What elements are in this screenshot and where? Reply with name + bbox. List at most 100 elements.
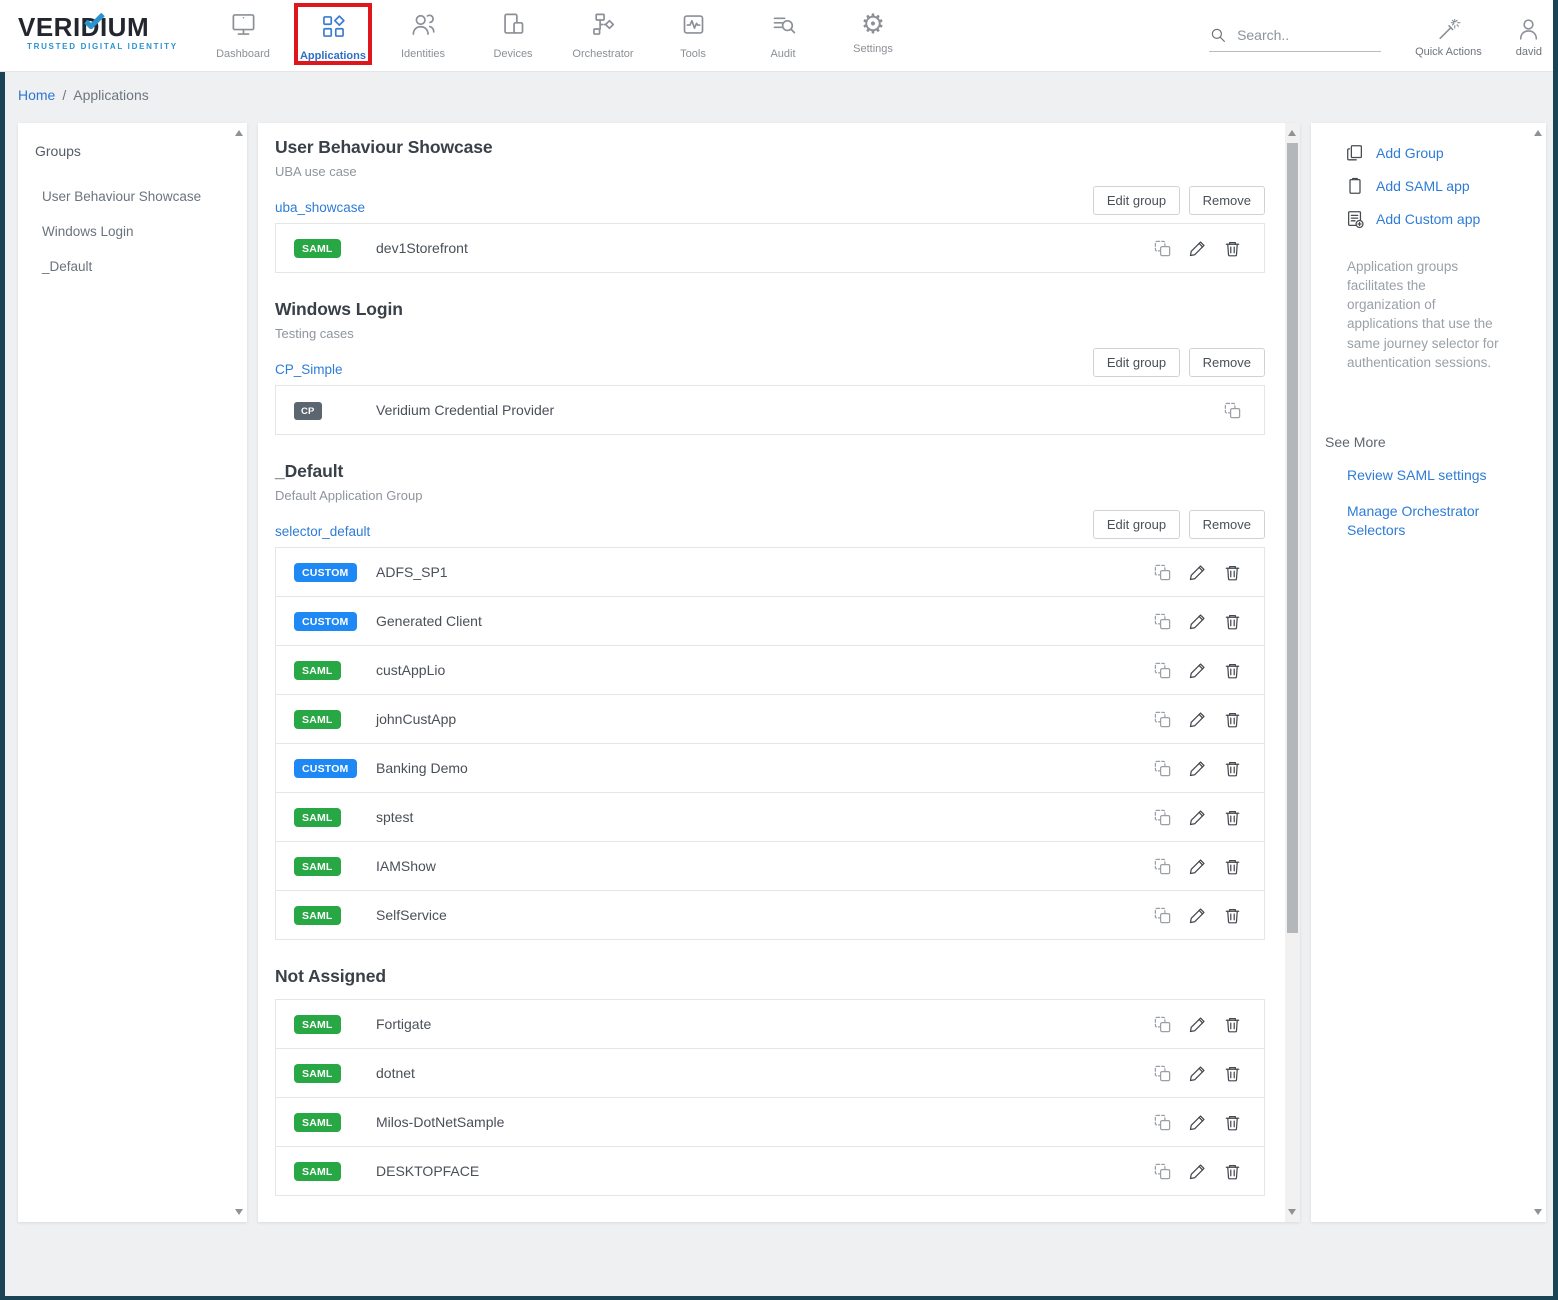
app-rows: CP Veridium Credential Provider xyxy=(275,385,1265,435)
edit-group-button[interactable]: Edit group xyxy=(1093,348,1180,377)
group-selector-link[interactable]: CP_Simple xyxy=(275,362,343,377)
breadcrumb-separator: / xyxy=(62,87,66,103)
nav-item-dashboard[interactable]: Dashboard xyxy=(198,0,288,71)
edit-icon xyxy=(1188,1071,1207,1086)
scrollbar-thumb[interactable] xyxy=(1287,143,1298,933)
edit-app-button[interactable] xyxy=(1188,1113,1207,1132)
group-selector-link[interactable]: uba_showcase xyxy=(275,200,365,215)
delete-app-button[interactable] xyxy=(1223,808,1242,827)
delete-app-button[interactable] xyxy=(1223,1015,1242,1034)
sidebar-item-_default[interactable]: _Default xyxy=(18,249,247,284)
search-box[interactable] xyxy=(1209,26,1381,52)
delete-app-button[interactable] xyxy=(1223,1064,1242,1083)
add-custom-app-link[interactable]: Add Custom app xyxy=(1345,209,1528,229)
scroll-up-arrow[interactable] xyxy=(1288,130,1296,136)
duplicate-app-button[interactable] xyxy=(1153,563,1172,582)
edit-app-button[interactable] xyxy=(1188,661,1207,680)
duplicate-app-button[interactable] xyxy=(1223,401,1242,420)
edit-app-button[interactable] xyxy=(1188,1162,1207,1181)
sidebar-item-windows-login[interactable]: Windows Login xyxy=(18,214,247,249)
duplicate-app-button[interactable] xyxy=(1153,1113,1172,1132)
app-type-badge: CUSTOM xyxy=(294,563,357,582)
duplicate-app-button[interactable] xyxy=(1153,661,1172,680)
delete-app-button[interactable] xyxy=(1223,1113,1242,1132)
edit-app-button[interactable] xyxy=(1188,906,1207,925)
delete-app-button[interactable] xyxy=(1223,857,1242,876)
duplicate-app-button[interactable] xyxy=(1153,906,1172,925)
delete-app-button[interactable] xyxy=(1223,239,1242,258)
breadcrumb-home-link[interactable]: Home xyxy=(18,87,55,103)
monitor-icon xyxy=(230,11,257,43)
main-scrollbar[interactable] xyxy=(1285,123,1300,1222)
nav-item-identities[interactable]: Identities xyxy=(378,0,468,71)
edit-group-button[interactable]: Edit group xyxy=(1093,510,1180,539)
duplicate-app-button[interactable] xyxy=(1153,808,1172,827)
nav-item-applications[interactable]: Applications xyxy=(294,3,372,65)
duplicate-app-button[interactable] xyxy=(1153,759,1172,778)
duplicate-app-button[interactable] xyxy=(1153,612,1172,631)
delete-icon xyxy=(1223,766,1242,781)
edit-app-button[interactable] xyxy=(1188,808,1207,827)
group-selector-link[interactable]: selector_default xyxy=(275,524,370,539)
delete-app-button[interactable] xyxy=(1223,661,1242,680)
brand-tagline: TRUSTED DIGITAL IDENTITY xyxy=(18,42,186,51)
delete-icon xyxy=(1223,864,1242,879)
review-saml-settings-link[interactable]: Review SAML settings xyxy=(1347,466,1497,486)
edit-app-button[interactable] xyxy=(1188,857,1207,876)
scroll-down-arrow[interactable] xyxy=(235,1209,243,1215)
add-saml-app-link[interactable]: Add SAML app xyxy=(1345,176,1528,196)
delete-app-button[interactable] xyxy=(1223,759,1242,778)
edit-app-button[interactable] xyxy=(1188,759,1207,778)
remove-group-button[interactable]: Remove xyxy=(1189,510,1265,539)
nav-item-audit[interactable]: Audit xyxy=(738,0,828,71)
duplicate-app-button[interactable] xyxy=(1153,1162,1172,1181)
row-actions xyxy=(1223,401,1242,420)
nav-item-settings[interactable]: ⚙ Settings xyxy=(828,0,918,71)
remove-group-button[interactable]: Remove xyxy=(1189,186,1265,215)
app-type-badge: SAML xyxy=(294,1064,341,1083)
duplicate-app-button[interactable] xyxy=(1153,239,1172,258)
edit-app-button[interactable] xyxy=(1188,239,1207,258)
duplicate-app-button[interactable] xyxy=(1153,1015,1172,1034)
delete-app-button[interactable] xyxy=(1223,563,1242,582)
sidebar-item-user-behaviour-showcase[interactable]: User Behaviour Showcase xyxy=(18,179,247,214)
scroll-down-arrow[interactable] xyxy=(1288,1209,1296,1215)
app-group-section: Windows Login Testing cases CP_Simple Ed… xyxy=(275,299,1265,435)
remove-group-button[interactable]: Remove xyxy=(1189,348,1265,377)
logo-check-icon xyxy=(84,7,106,33)
scroll-up-arrow[interactable] xyxy=(1534,130,1542,136)
edit-group-button[interactable]: Edit group xyxy=(1093,186,1180,215)
side-panel-scrollbar[interactable] xyxy=(1531,123,1546,1222)
sidebar-scrollbar[interactable] xyxy=(232,123,247,1222)
nav-item-tools[interactable]: Tools xyxy=(648,0,738,71)
search-input[interactable] xyxy=(1237,27,1367,43)
app-name: johnCustApp xyxy=(376,711,456,727)
delete-app-button[interactable] xyxy=(1223,906,1242,925)
add-group-link[interactable]: Add Group xyxy=(1345,143,1528,163)
application-row: SAML IAMShow xyxy=(275,841,1265,891)
scroll-up-arrow[interactable] xyxy=(235,130,243,136)
breadcrumb-current: Applications xyxy=(73,87,149,103)
delete-app-button[interactable] xyxy=(1223,1162,1242,1181)
app-name: custAppLio xyxy=(376,662,445,678)
delete-app-button[interactable] xyxy=(1223,612,1242,631)
application-row: SAML sptest xyxy=(275,792,1265,842)
app-name: IAMShow xyxy=(376,858,436,874)
edit-app-button[interactable] xyxy=(1188,710,1207,729)
scroll-down-arrow[interactable] xyxy=(1534,1209,1542,1215)
edit-app-button[interactable] xyxy=(1188,1015,1207,1034)
nav-item-devices[interactable]: Devices xyxy=(468,0,558,71)
nav-item-orchestrator[interactable]: Orchestrator xyxy=(558,0,648,71)
delete-app-button[interactable] xyxy=(1223,710,1242,729)
manage-orchestrator-selectors-link[interactable]: Manage Orchestrator Selectors xyxy=(1347,502,1497,541)
edit-app-button[interactable] xyxy=(1188,1064,1207,1083)
duplicate-app-button[interactable] xyxy=(1153,857,1172,876)
duplicate-app-button[interactable] xyxy=(1153,1064,1172,1083)
row-actions xyxy=(1153,1064,1242,1083)
edit-app-button[interactable] xyxy=(1188,612,1207,631)
user-menu-button[interactable]: david xyxy=(1516,13,1542,58)
duplicate-app-button[interactable] xyxy=(1153,710,1172,729)
quick-actions-button[interactable]: Quick Actions xyxy=(1415,13,1482,58)
edit-app-button[interactable] xyxy=(1188,563,1207,582)
application-row: SAML dev1Storefront xyxy=(275,223,1265,273)
